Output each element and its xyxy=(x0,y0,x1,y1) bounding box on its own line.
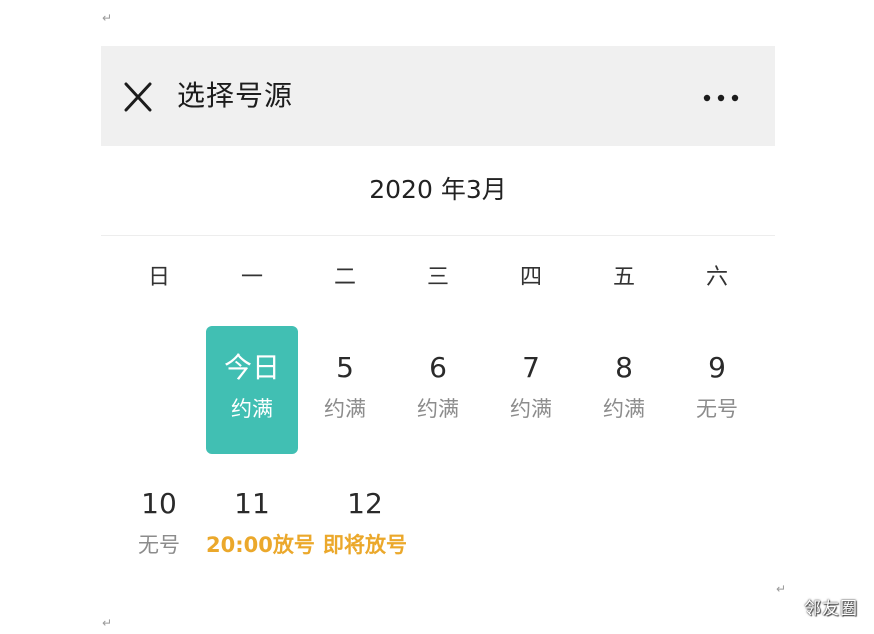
day-cell-8[interactable]: 8 约满 xyxy=(578,326,670,454)
watermark: 邻友圈 xyxy=(804,599,858,619)
weekday-sat: 六 xyxy=(705,265,728,290)
paragraph-mark: ↵ xyxy=(102,11,113,25)
day-number: 今日 xyxy=(223,351,280,384)
weekday-thu: 四 xyxy=(519,265,542,290)
month-title: 2020 年3月 xyxy=(369,175,507,204)
weekday-tue: 二 xyxy=(333,265,356,290)
day-cell-7[interactable]: 7 约满 xyxy=(485,326,577,454)
page-title: 选择号源 xyxy=(177,79,294,112)
weekday-mon: 一 xyxy=(240,265,263,290)
month-header: 2020 年3月 xyxy=(101,146,775,236)
more-button[interactable] xyxy=(699,86,743,110)
day-status: 约满 xyxy=(417,397,459,421)
day-status: 约满 xyxy=(231,397,273,421)
day-number: 9 xyxy=(708,351,726,384)
day-status: 20:00放号 xyxy=(206,533,315,557)
day-number: 11 xyxy=(234,487,270,520)
day-status: 约满 xyxy=(603,397,645,421)
paragraph-mark: ↵ xyxy=(102,616,113,630)
day-cell-9[interactable]: 9 无号 xyxy=(671,326,763,454)
weekday-row: 日 一 二 三 四 五 六 xyxy=(113,258,765,298)
paragraph-mark: ↵ xyxy=(776,582,787,596)
weekday-fri: 五 xyxy=(612,265,635,290)
day-status: 无号 xyxy=(138,533,180,557)
day-number: 7 xyxy=(522,351,540,384)
day-number: 8 xyxy=(615,351,633,384)
close-icon xyxy=(124,82,152,112)
day-number: 5 xyxy=(336,351,354,384)
day-cell-5[interactable]: 5 约满 xyxy=(299,326,391,454)
day-status: 无号 xyxy=(696,397,738,421)
weekday-sun: 日 xyxy=(147,265,170,290)
day-number: 10 xyxy=(141,487,177,520)
day-cell-6[interactable]: 6 约满 xyxy=(392,326,484,454)
day-status: 约满 xyxy=(510,397,552,421)
booking-panel: 选择号源 2020 年3月 日 一 二 三 四 五 六 今日 约满 5 约满 6… xyxy=(101,46,775,586)
close-button[interactable] xyxy=(121,82,155,112)
day-cell-today[interactable]: 今日 约满 xyxy=(206,326,298,454)
day-number: 6 xyxy=(429,351,447,384)
day-cell-11[interactable]: 11 20:00放号 xyxy=(206,462,315,590)
top-bar: 选择号源 xyxy=(101,46,775,146)
day-status: 约满 xyxy=(324,397,366,421)
weekday-wed: 三 xyxy=(426,265,449,290)
more-dots-icon xyxy=(703,94,739,102)
day-status: 即将放号 xyxy=(323,533,407,557)
day-cell-10[interactable]: 10 无号 xyxy=(113,462,205,590)
day-number: 12 xyxy=(347,487,383,520)
day-cell-12[interactable]: 12 即将放号 xyxy=(319,462,411,590)
